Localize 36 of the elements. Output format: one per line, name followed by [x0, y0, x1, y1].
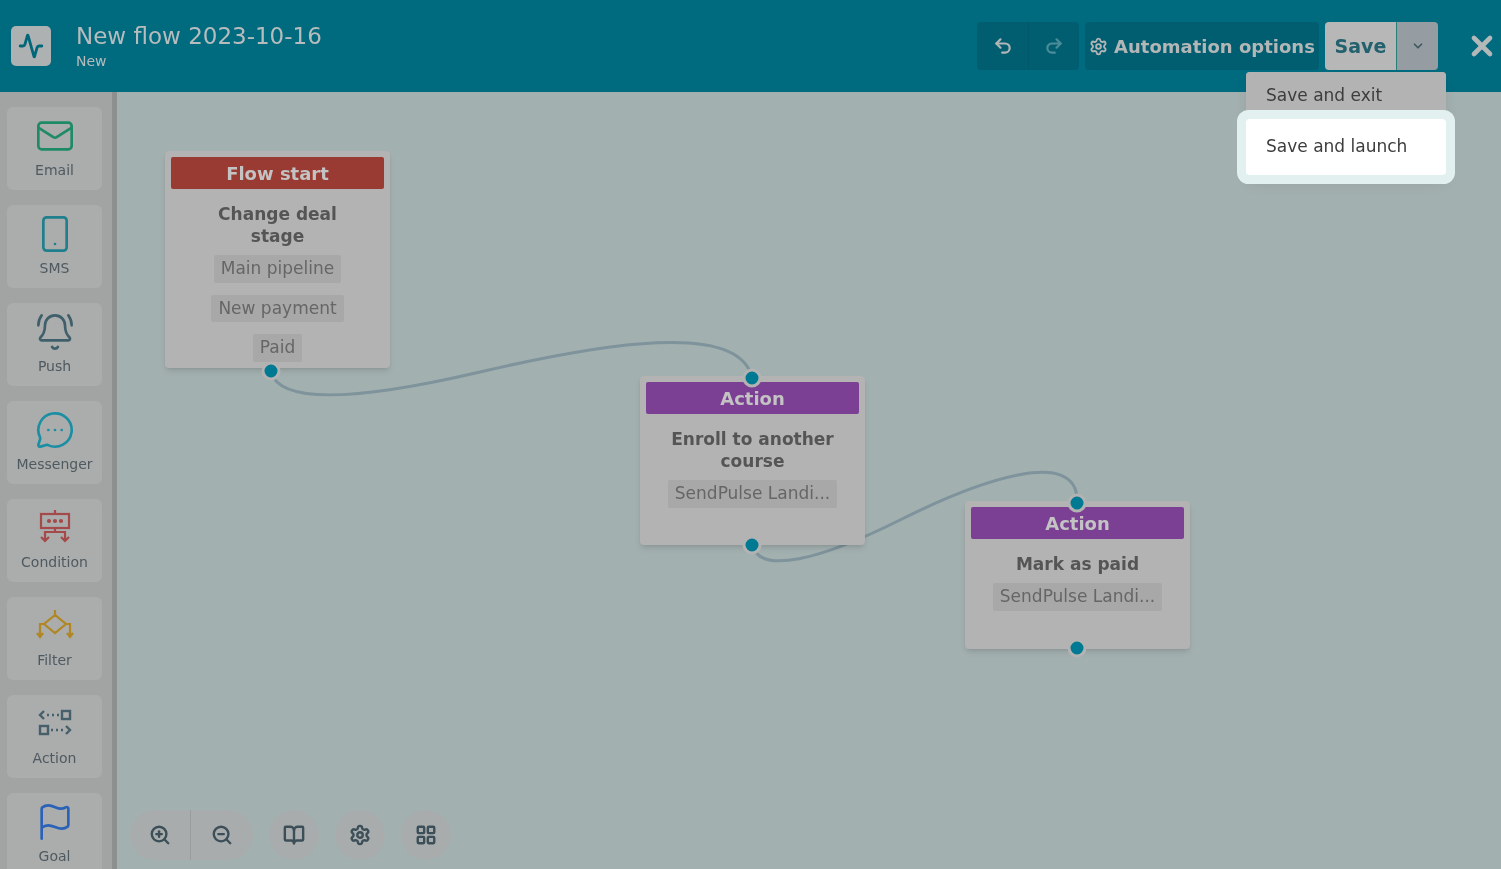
- zoom-out-icon: [211, 824, 233, 846]
- undo-icon: [992, 36, 1013, 56]
- sidebar-item[interactable]: Condition: [7, 499, 102, 582]
- flow-status: New: [76, 51, 108, 71]
- save-dropdown-button[interactable]: [1396, 22, 1438, 70]
- node-header: Action: [646, 382, 859, 414]
- flow-title: New flow 2023-10-16: [76, 21, 322, 51]
- sidebar-item[interactable]: Email: [7, 107, 102, 190]
- automation-options-button[interactable]: Automation options: [1085, 22, 1319, 70]
- save-button[interactable]: Save: [1325, 22, 1396, 70]
- sidebar-item[interactable]: Messenger: [7, 401, 102, 484]
- sidebar-item[interactable]: SMS: [7, 205, 102, 288]
- sidebar-item[interactable]: Goal: [7, 793, 102, 869]
- flow-node[interactable]: Action Enroll to another course SendPulse Landi...: [640, 376, 865, 545]
- node-title: Enroll to another course: [670, 428, 835, 472]
- node-header: Flow start: [171, 157, 384, 189]
- sidebar-item[interactable]: Action: [7, 695, 102, 778]
- node-tag: SendPulse Landi...: [992, 583, 1163, 611]
- settings-icon: [349, 824, 371, 846]
- node-tag: New payment: [211, 294, 344, 322]
- book-icon: [283, 824, 305, 846]
- node-tag: Paid: [252, 334, 303, 362]
- node-tag: Main pipeline: [213, 255, 342, 283]
- sidebar-item[interactable]: Push: [7, 303, 102, 386]
- pulse-icon: [18, 33, 44, 59]
- node-tag: SendPulse Landi...: [667, 480, 838, 508]
- node-title: Change deal stage: [217, 203, 338, 247]
- grid-icon: [415, 824, 437, 846]
- node-title: Mark as paid: [1014, 553, 1141, 575]
- settings-icon: [1089, 36, 1109, 56]
- redo-icon: [1044, 36, 1064, 56]
- sidebar-item[interactable]: Filter: [7, 597, 102, 680]
- flow-node[interactable]: Action Mark as paid SendPulse Landi...: [965, 501, 1190, 649]
- zoom-in-icon: [149, 824, 171, 846]
- node-header: Action: [971, 507, 1184, 539]
- flow-node[interactable]: Flow start Change deal stage Main pipeline New payment Paid: [165, 151, 390, 368]
